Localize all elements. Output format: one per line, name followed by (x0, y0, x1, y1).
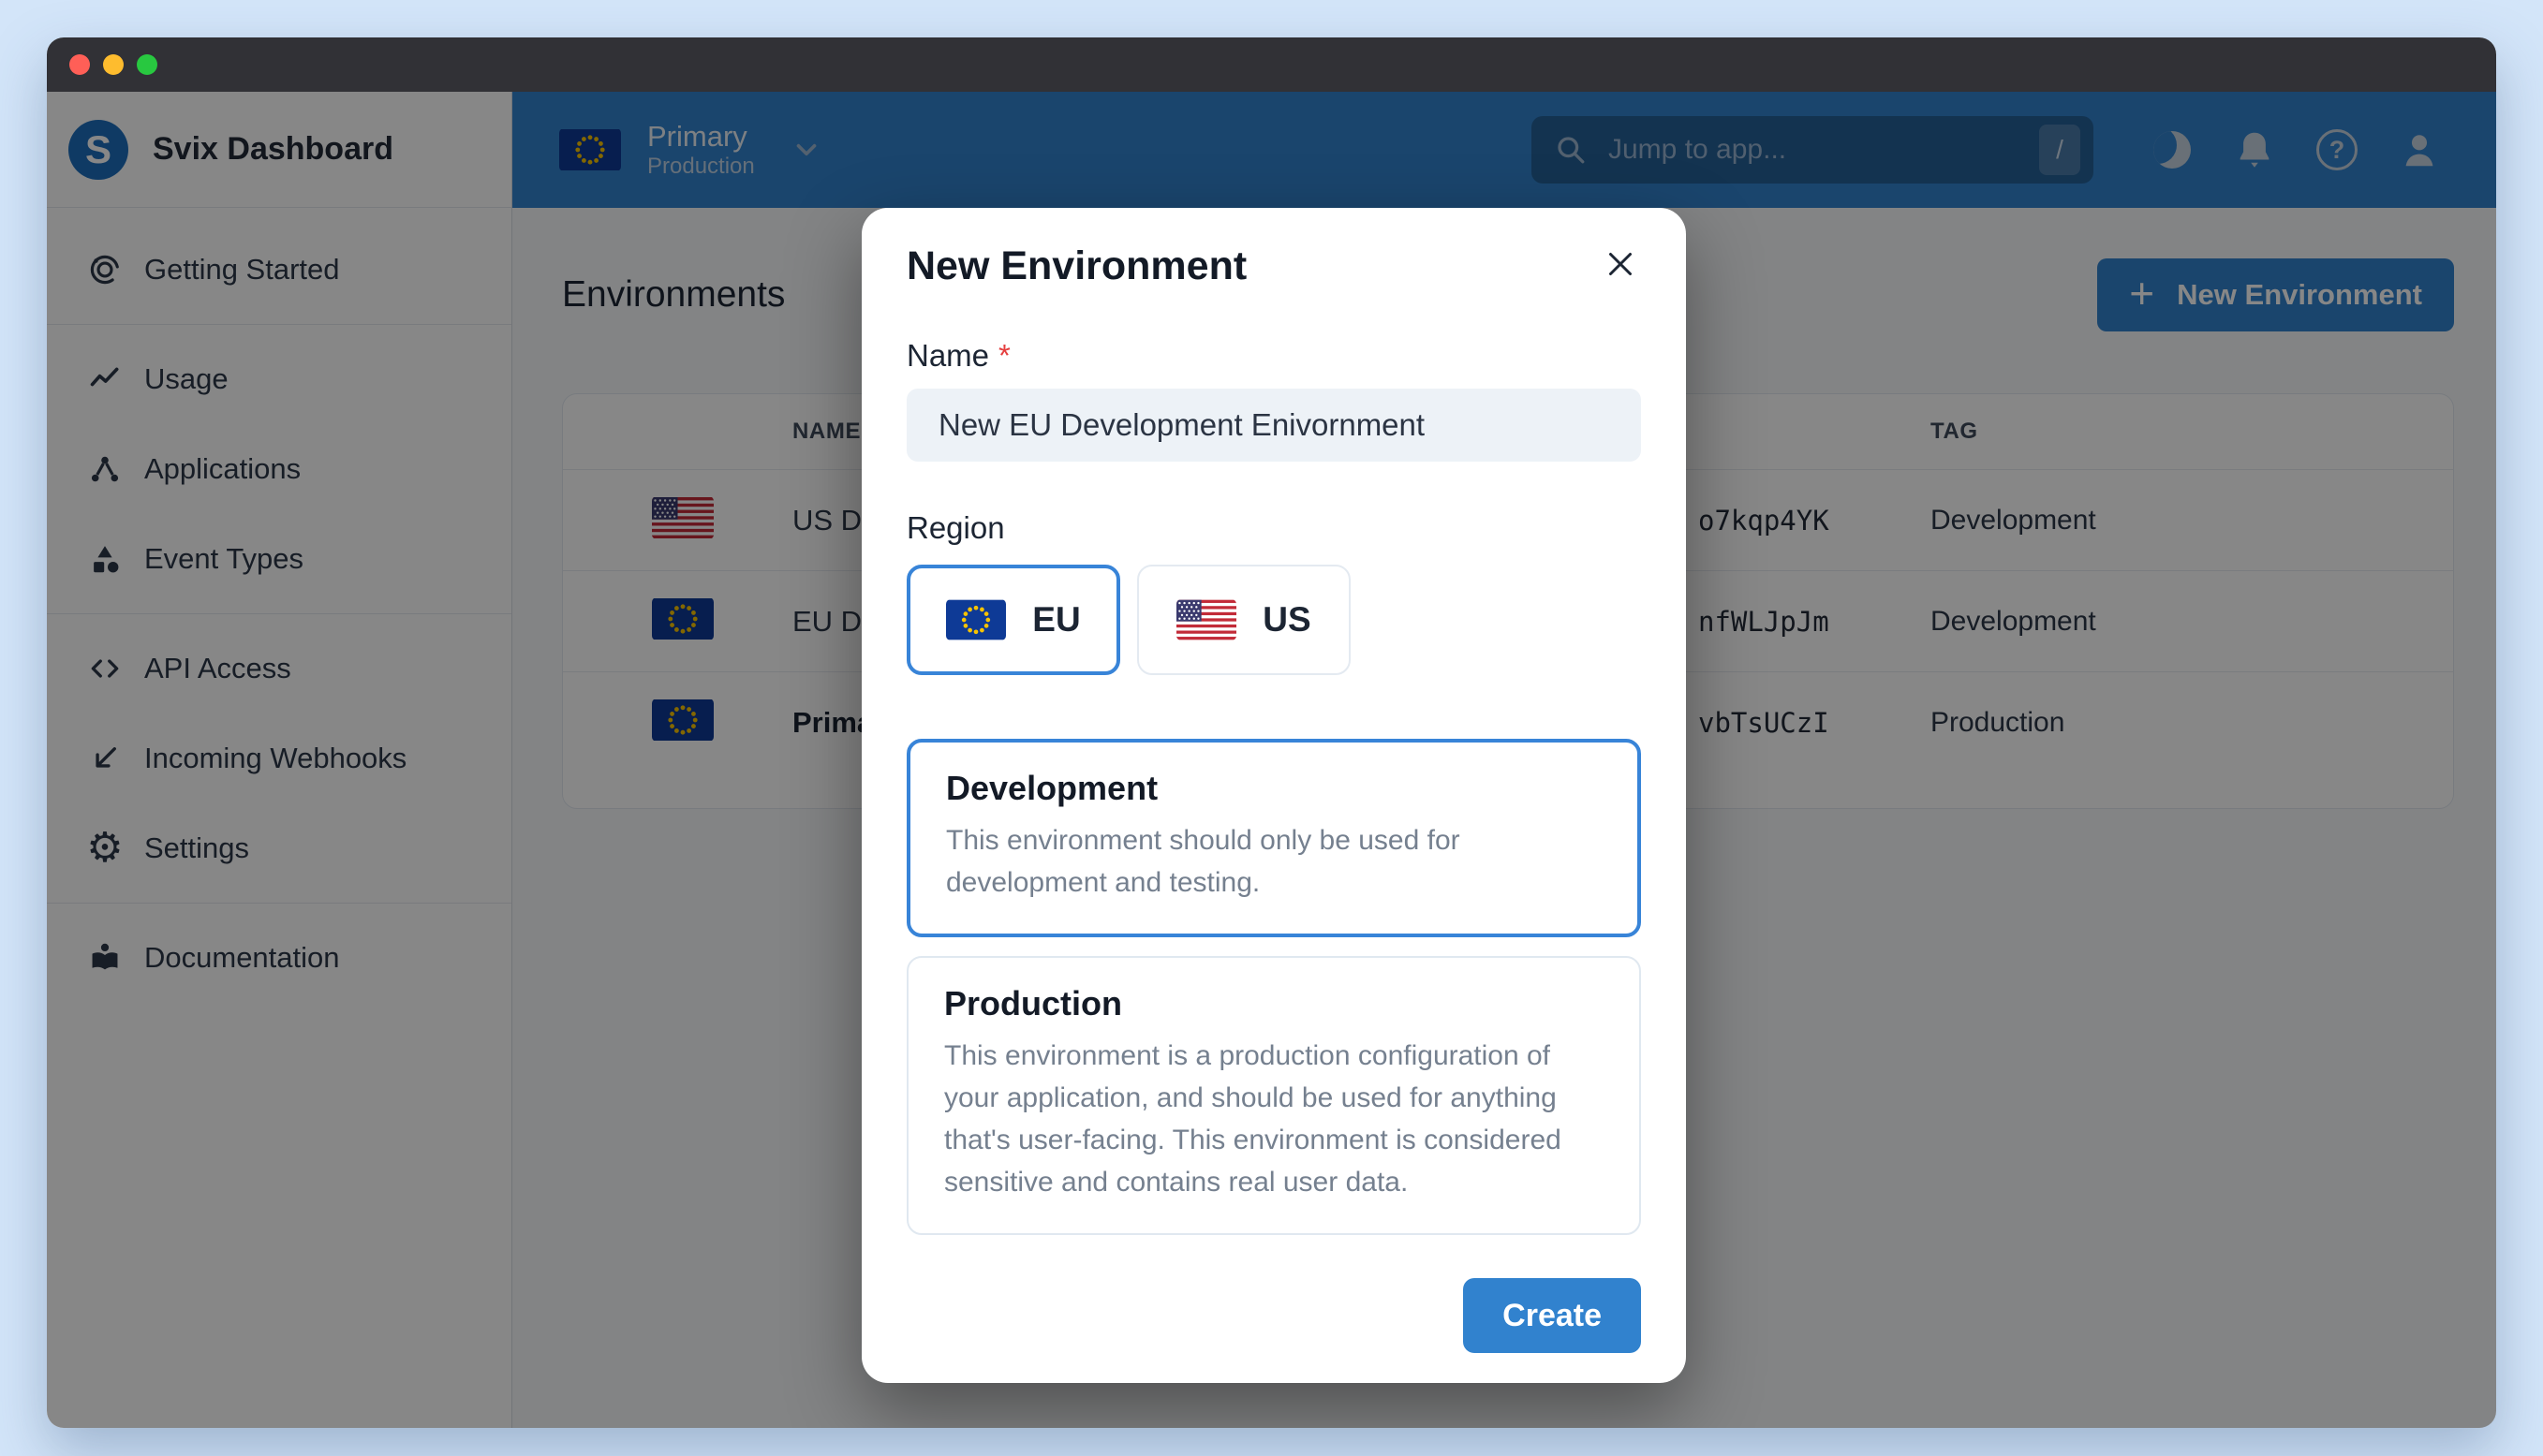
close-window-button[interactable] (69, 54, 90, 75)
region-option-label: EU (1032, 600, 1081, 639)
app-body: S Svix Dashboard Getting Started Usage A… (47, 92, 2496, 1428)
close-icon (1604, 247, 1637, 281)
minimize-window-button[interactable] (103, 54, 124, 75)
region-options: EU US (907, 565, 1641, 675)
modal-title: New Environment (907, 243, 1248, 288)
env-type-title: Development (946, 769, 1159, 807)
window-titlebar (47, 37, 2496, 92)
close-button[interactable] (1600, 243, 1641, 285)
env-type-description: This environment is a production configu… (944, 1040, 1561, 1198)
app-window: S Svix Dashboard Getting Started Usage A… (47, 37, 2496, 1428)
name-label: Name * (907, 338, 1011, 373)
environment-name-input[interactable] (907, 389, 1641, 462)
env-type-option-development[interactable]: Development This environment should only… (907, 739, 1641, 937)
region-option-eu[interactable]: EU (907, 565, 1120, 675)
region-option-us[interactable]: US (1137, 565, 1351, 675)
region-option-label: US (1263, 600, 1311, 639)
env-type-title: Production (944, 984, 1122, 1022)
env-type-description: This environment should only be used for… (946, 825, 1460, 898)
env-type-option-production[interactable]: Production This environment is a product… (907, 956, 1641, 1235)
new-environment-modal: New Environment Name* Region (862, 208, 1686, 1383)
region-label: Region (907, 510, 1005, 545)
us-flag-icon (1176, 599, 1237, 640)
required-asterisk: * (998, 338, 1011, 373)
maximize-window-button[interactable] (137, 54, 157, 75)
desktop-background: S Svix Dashboard Getting Started Usage A… (0, 0, 2543, 1456)
eu-flag-icon (946, 599, 1007, 640)
create-button[interactable]: Create (1463, 1278, 1641, 1353)
